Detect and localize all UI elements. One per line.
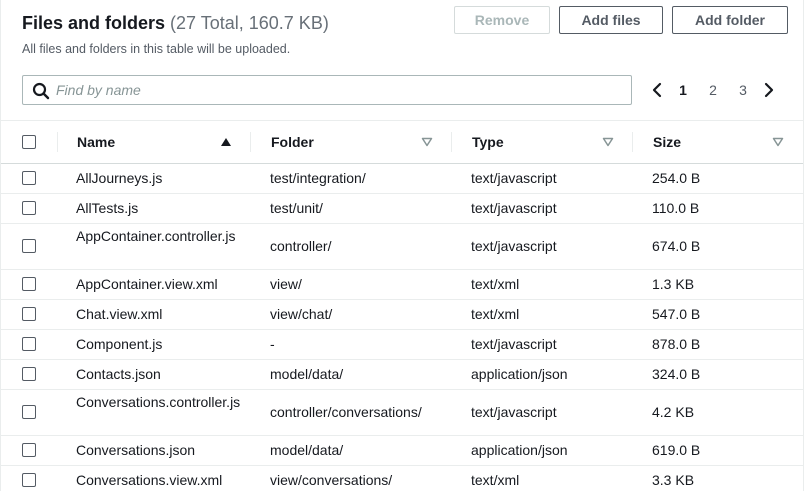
row-checkbox[interactable] [22, 307, 36, 321]
pagination: 1 2 3 [646, 78, 780, 102]
type-cell: application/json [471, 366, 568, 382]
sort-icon[interactable] [602, 137, 614, 147]
type-cell: text/javascript [471, 404, 557, 420]
type-cell: application/json [471, 442, 568, 458]
folder-cell: view/conversations/ [270, 472, 393, 488]
search-icon [32, 82, 50, 100]
table-row[interactable]: Conversations.view.xml view/conversations… [1, 466, 803, 491]
row-checkbox[interactable] [22, 171, 36, 185]
folder-cell: view/chat/ [270, 306, 333, 322]
type-cell: text/xml [471, 276, 520, 292]
folder-cell: controller/ [270, 238, 332, 254]
chevron-right-icon [764, 82, 774, 98]
column-header-label: Size [653, 134, 682, 150]
row-checkbox[interactable] [22, 201, 36, 215]
page-1-button[interactable]: 1 [668, 78, 698, 102]
column-separator [57, 132, 58, 152]
page-3-button[interactable]: 3 [728, 78, 758, 102]
pagination-prev-button[interactable] [646, 78, 668, 102]
size-cell: 3.3 KB [652, 472, 695, 488]
pagination-next-button[interactable] [758, 78, 780, 102]
table-row[interactable]: Component.js - text/javascript 878.0 B [1, 330, 803, 360]
file-name-cell: AppContainer.view.xml [76, 276, 218, 292]
folder-cell: model/data/ [270, 442, 344, 458]
search-box [22, 75, 632, 105]
folder-cell: model/data/ [270, 366, 344, 382]
add-files-button[interactable]: Add files [559, 6, 663, 34]
size-cell: 547.0 B [652, 306, 701, 322]
folder-cell: controller/conversations/ [270, 404, 422, 420]
column-separator [451, 132, 452, 152]
size-cell: 1.3 KB [652, 276, 695, 292]
file-name-cell: Conversations.json [76, 442, 196, 458]
file-name-cell: AllJourneys.js [76, 170, 163, 186]
file-name-cell: Conversations.view.xml [76, 472, 223, 488]
panel-description: All files and folders in this table will… [22, 42, 291, 56]
size-cell: 674.0 B [652, 238, 701, 254]
row-checkbox[interactable] [22, 239, 36, 253]
row-checkbox[interactable] [22, 367, 36, 381]
table-header: Name Folder Type Size [1, 121, 803, 164]
folder-cell: test/integration/ [270, 170, 366, 186]
files-and-folders-panel: Files and folders (27 Total, 160.7 KB) A… [0, 0, 804, 491]
file-counter: (27 Total, 160.7 KB) [170, 13, 329, 33]
remove-button[interactable]: Remove [454, 6, 550, 34]
select-all-checkbox[interactable] [22, 135, 36, 149]
column-header-label: Name [77, 134, 116, 150]
type-cell: text/javascript [471, 170, 557, 186]
file-name-cell: Conversations.controller.js [76, 394, 241, 410]
column-header-type[interactable]: Type [472, 121, 592, 163]
panel-header: Files and folders (27 Total, 160.7 KB) [22, 13, 329, 34]
type-cell: text/xml [471, 472, 520, 488]
search-input[interactable] [56, 76, 626, 104]
chevron-left-icon [652, 82, 662, 98]
column-header-label: Type [472, 134, 504, 150]
size-cell: 4.2 KB [652, 404, 695, 420]
table-row[interactable]: Conversations.json model/data/application… [1, 436, 803, 466]
table-row[interactable]: AllJourneys.js test/integration/text/java… [1, 164, 803, 194]
page-2-button[interactable]: 2 [698, 78, 728, 102]
row-checkbox[interactable] [22, 443, 36, 457]
file-name-cell: Contacts.json [76, 366, 161, 382]
column-header-folder[interactable]: Folder [271, 121, 411, 163]
file-name-cell: Chat.view.xml [76, 306, 163, 322]
add-folder-button[interactable]: Add folder [672, 6, 788, 34]
row-checkbox[interactable] [22, 473, 36, 487]
page-title: Files and folders [22, 13, 166, 33]
size-cell: 324.0 B [652, 366, 701, 382]
size-cell: 619.0 B [652, 442, 701, 458]
column-header-size[interactable]: Size [653, 121, 753, 163]
sort-icon[interactable] [421, 137, 433, 147]
table-row[interactable]: AllTests.js test/unit/text/javascript 110.… [1, 194, 803, 224]
column-separator [632, 132, 633, 152]
table-row[interactable]: AppContainer.controller.js controller/tex… [1, 224, 803, 270]
table-row[interactable]: Conversations.controller.js controller/co… [1, 390, 803, 436]
file-name-cell: AppContainer.controller.js [76, 228, 236, 244]
column-header-label: Folder [271, 134, 314, 150]
sort-ascending-icon[interactable] [220, 137, 232, 147]
table-row[interactable]: AppContainer.view.xml view/text/xml 1.3 KB [1, 270, 803, 300]
size-cell: 254.0 B [652, 170, 701, 186]
file-name-cell: AllTests.js [76, 200, 139, 216]
table-row[interactable]: Contacts.json model/data/application/json… [1, 360, 803, 390]
folder-cell: - [270, 336, 275, 352]
table-row[interactable]: Chat.view.xml view/chat/text/xml 547.0 B [1, 300, 803, 330]
file-name-cell: Component.js [76, 336, 163, 352]
column-separator [250, 132, 251, 152]
row-checkbox[interactable] [22, 337, 36, 351]
column-header-name[interactable]: Name [77, 121, 237, 163]
type-cell: text/xml [471, 306, 520, 322]
type-cell: text/javascript [471, 336, 557, 352]
type-cell: text/javascript [471, 238, 557, 254]
folder-cell: test/unit/ [270, 200, 323, 216]
row-checkbox[interactable] [22, 277, 36, 291]
folder-cell: view/ [270, 276, 302, 292]
size-cell: 878.0 B [652, 336, 701, 352]
type-cell: text/javascript [471, 200, 557, 216]
row-checkbox[interactable] [22, 405, 36, 419]
size-cell: 110.0 B [652, 200, 700, 216]
sort-icon[interactable] [772, 137, 784, 147]
